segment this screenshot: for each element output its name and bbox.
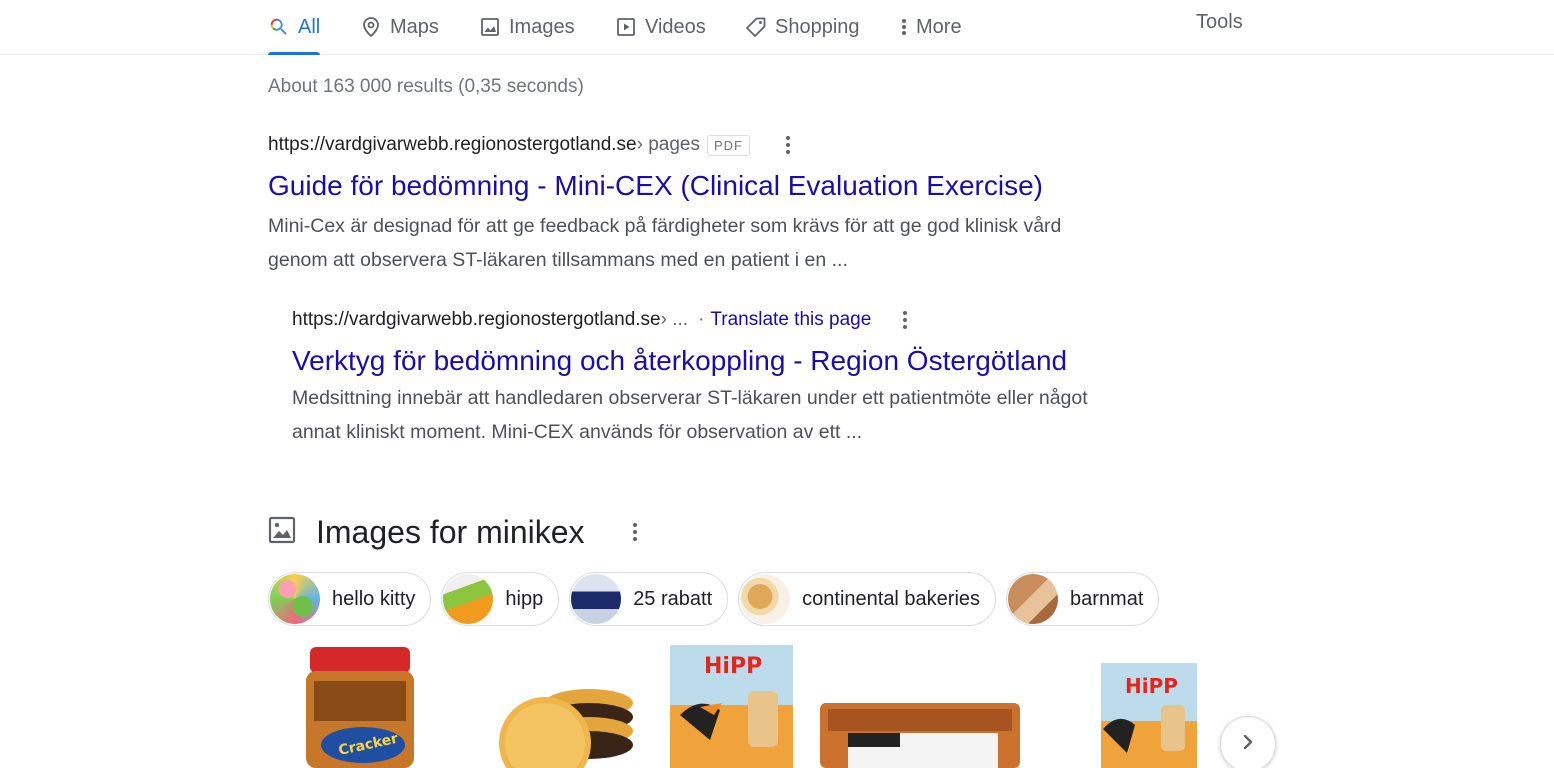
chip-thumbnail xyxy=(740,574,791,624)
result-options-icon[interactable] xyxy=(778,133,798,157)
result-options-icon[interactable] xyxy=(895,308,915,332)
cite-separator: · xyxy=(698,309,705,330)
cookie-jar-image: Cracker xyxy=(306,647,414,768)
video-play-icon xyxy=(615,16,637,38)
tab-all[interactable]: All xyxy=(268,0,321,55)
chip-25-rabatt[interactable]: 25 rabatt xyxy=(569,572,729,626)
rusk-package-image xyxy=(820,703,1020,768)
image-result[interactable] xyxy=(469,645,663,768)
chip-label: hipp xyxy=(505,587,544,610)
image-icon xyxy=(268,516,296,549)
result-snippet: Medsittning innebär att handledaren obse… xyxy=(292,381,1192,449)
tab-videos[interactable]: Videos xyxy=(615,0,706,54)
chip-hipp[interactable]: hipp xyxy=(441,572,560,626)
image-result[interactable]: HiPP xyxy=(1049,645,1243,768)
result-cite: https://vardgivarwebb.regionostergotland… xyxy=(292,307,1192,333)
tab-shopping-label: Shopping xyxy=(775,15,860,38)
pdf-badge: PDF xyxy=(706,134,750,156)
result-stats: About 163 000 results (0,35 seconds) xyxy=(268,76,584,97)
tools-button[interactable]: Tools xyxy=(1196,0,1243,44)
image-refinement-chips: hello kitty hipp 25 rabatt continental b… xyxy=(268,572,1160,626)
chip-hello-kitty[interactable]: hello kitty xyxy=(268,572,432,626)
tab-maps[interactable]: Maps xyxy=(360,0,439,54)
chip-thumbnail xyxy=(270,574,320,624)
search-result: https://vardgivarwebb.regionostergotland… xyxy=(268,132,1168,277)
tab-videos-label: Videos xyxy=(645,15,706,38)
cite-path: › ... xyxy=(660,309,689,330)
image-carousel-next-button[interactable] xyxy=(1220,716,1276,768)
more-vert-icon xyxy=(898,16,910,38)
tab-all-label: All xyxy=(298,15,321,38)
image-results-grid: Cracker HiPP HiPP xyxy=(268,645,1243,768)
images-options-icon[interactable] xyxy=(625,520,645,544)
tab-more-label: More xyxy=(916,15,962,38)
tab-maps-label: Maps xyxy=(390,15,439,38)
cite-domain[interactable]: https://vardgivarwebb.regionostergotland… xyxy=(292,309,661,331)
result-cite: https://vardgivarwebb.regionostergotland… xyxy=(268,132,1168,158)
result-snippet: Mini-Cex är designad för att ge feedback… xyxy=(268,209,1168,277)
hipp-box-image: HiPP xyxy=(670,645,793,768)
chip-label: hello kitty xyxy=(332,587,416,610)
svg-text:HiPP: HiPP xyxy=(1125,674,1178,698)
image-result[interactable]: HiPP xyxy=(670,645,793,768)
result-title-link[interactable]: Guide för bedömning - Mini-CEX (Clinical… xyxy=(268,168,1168,204)
images-section-header: Images for minikex xyxy=(268,510,645,554)
search-results-page: All Maps Images Videos Shopping More Too… xyxy=(0,0,1554,768)
snippet-line: annat kliniskt moment. Mini-CEX används … xyxy=(292,421,863,443)
snippet-line: Mini-Cex är designad för att ge feedback… xyxy=(268,215,1062,237)
chip-thumbnail xyxy=(571,574,622,624)
images-section-title: Images for minikex xyxy=(316,513,585,550)
chip-thumbnail xyxy=(1008,574,1059,624)
result-title-link[interactable]: Verktyg för bedömning och återkoppling -… xyxy=(292,343,1192,379)
snippet-line: Medsittning innebär att handledaren obse… xyxy=(292,387,1088,409)
chip-label: continental bakeries xyxy=(802,587,981,610)
tab-more[interactable]: More xyxy=(898,0,962,54)
chevron-right-icon xyxy=(1239,733,1257,756)
search-tabs: All Maps Images Videos Shopping More Too… xyxy=(0,0,1554,55)
svg-text:HiPP: HiPP xyxy=(704,654,762,679)
chip-barnmat[interactable]: barnmat xyxy=(1006,572,1160,626)
chip-label: barnmat xyxy=(1070,587,1144,610)
search-result-indented: https://vardgivarwebb.regionostergotland… xyxy=(292,307,1192,449)
image-icon xyxy=(479,16,501,38)
translate-link[interactable]: Translate this page xyxy=(710,309,871,331)
chip-label: 25 rabatt xyxy=(633,587,713,610)
chip-continental-bakeries[interactable]: continental bakeries xyxy=(738,572,997,626)
chip-thumbnail xyxy=(443,574,494,624)
search-icon xyxy=(268,16,290,38)
tab-images-label: Images xyxy=(509,15,575,38)
tab-images[interactable]: Images xyxy=(479,0,575,54)
hipp-box-image: HiPP xyxy=(1101,663,1197,768)
cite-path: › pages xyxy=(636,134,700,155)
tab-shopping[interactable]: Shopping xyxy=(745,0,860,54)
biscuit-stack-image xyxy=(499,689,633,768)
cite-domain[interactable]: https://vardgivarwebb.regionostergotland… xyxy=(268,134,637,156)
snippet-line: genom att observera ST-läkaren tillsamma… xyxy=(268,249,848,271)
image-result[interactable] xyxy=(800,645,1042,768)
image-result[interactable]: Cracker xyxy=(268,645,462,768)
tag-icon xyxy=(745,16,767,38)
map-pin-icon xyxy=(360,16,382,38)
